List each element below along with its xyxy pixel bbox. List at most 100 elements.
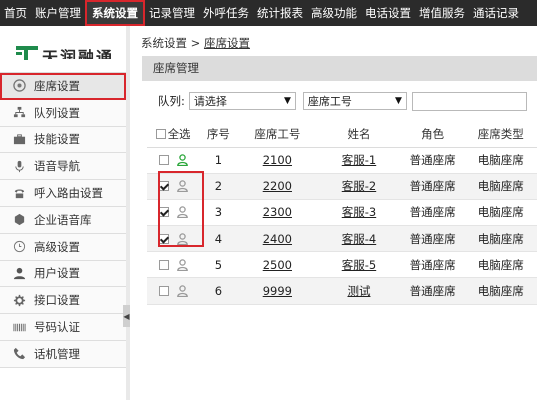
col-header-name: 姓名 — [317, 121, 401, 148]
search-input[interactable] — [411, 91, 527, 111]
table-row: 4 2400 客服-4 普通座席 电脑座席 — [147, 225, 537, 253]
queue-select[interactable]: 请选择 ▼ — [188, 92, 296, 110]
sidebar-item-label: 接口设置 — [34, 293, 80, 308]
row-index: 1 — [199, 147, 238, 174]
row-role: 普通座席 — [400, 251, 465, 279]
agent-name-link[interactable]: 测试 — [347, 284, 370, 298]
sidebar-item-number-auth[interactable]: 号码认证 — [0, 314, 126, 341]
agent-id-link[interactable]: 2200 — [263, 179, 292, 193]
row-role: 普通座席 — [400, 173, 465, 200]
nav-value-added[interactable]: 增值服务 — [415, 0, 469, 26]
sidebar-item-user-settings[interactable]: 用户设置 — [0, 260, 126, 288]
queue-select-value: 请选择 — [193, 95, 227, 108]
sidebar-item-inbound-routing[interactable]: 呼入路由设置 — [0, 180, 126, 207]
select-all-checkbox[interactable] — [155, 128, 166, 139]
dropdown-arrow-icon: ▼ — [394, 96, 402, 106]
agent-id-link[interactable]: 2100 — [263, 153, 292, 167]
cube-icon — [12, 213, 26, 227]
row-checkbox[interactable] — [158, 233, 169, 244]
agent-status-offline-icon — [176, 285, 188, 298]
select-all-label: 全选 — [167, 126, 191, 141]
row-role: 普通座席 — [400, 225, 465, 253]
sidebar-item-advanced-settings[interactable]: 高级设置 — [0, 233, 126, 261]
nav-call-records[interactable]: 通话记录 — [469, 0, 523, 26]
queue-label: 队列: — [158, 94, 185, 108]
sidebar: 天润融通 座席设置 队列设置 技能设置 语音导航 呼入路由设置 企业语音库 高级… — [0, 26, 126, 400]
barcode-icon — [12, 320, 26, 334]
org-chart-icon — [12, 106, 26, 120]
agent-status-online-icon — [176, 154, 188, 167]
section-title: 座席管理 — [142, 56, 537, 81]
breadcrumb: 系统设置 > 座席设置 — [131, 26, 537, 56]
agent-name-link[interactable]: 客服-5 — [342, 258, 376, 272]
nav-account[interactable]: 账户管理 — [31, 0, 85, 26]
table-row: 5 2500 客服-5 普通座席 电脑座席 — [147, 251, 537, 279]
sidebar-item-label: 号码认证 — [34, 320, 80, 335]
sidebar-item-voice-library[interactable]: 企业语音库 — [0, 206, 126, 234]
sidebar-item-label: 呼入路由设置 — [34, 186, 103, 201]
gear-icon — [12, 293, 26, 307]
row-role: 普通座席 — [400, 199, 465, 227]
sidebar-item-label: 话机管理 — [34, 346, 80, 361]
agent-status-offline-icon — [176, 259, 188, 271]
agent-status-offline-icon — [176, 232, 188, 245]
sidebar-item-label: 用户设置 — [34, 266, 80, 281]
nav-outbound[interactable]: 外呼任务 — [199, 0, 253, 26]
sidebar-item-label: 高级设置 — [34, 239, 80, 254]
row-type: 电脑座席 — [464, 277, 537, 305]
row-index: 5 — [199, 251, 238, 279]
nav-phone-settings[interactable]: 电话设置 — [361, 0, 415, 26]
table-row: 3 2300 客服-3 普通座席 电脑座席 — [147, 199, 537, 227]
sidebar-item-label: 技能设置 — [34, 132, 80, 147]
sidebar-collapse-handle[interactable]: ◀ — [123, 305, 130, 327]
row-checkbox[interactable] — [158, 155, 169, 166]
sidebar-item-agent-settings[interactable]: 座席设置 — [0, 73, 126, 100]
sidebar-menu: 座席设置 队列设置 技能设置 语音导航 呼入路由设置 企业语音库 高级设置 用户… — [0, 72, 126, 368]
sidebar-item-skill-settings[interactable]: 技能设置 — [0, 126, 126, 154]
select-all-header[interactable]: 全选 — [147, 121, 200, 148]
headset-icon — [12, 79, 26, 93]
agent-id-link[interactable]: 2500 — [263, 258, 292, 272]
nav-system-settings[interactable]: 系统设置 — [85, 0, 145, 26]
row-role: 普通座席 — [400, 277, 465, 305]
breadcrumb-current[interactable]: 座席设置 — [204, 36, 250, 50]
breadcrumb-root[interactable]: 系统设置 — [141, 36, 187, 50]
briefcase-icon — [12, 132, 26, 146]
nav-advanced[interactable]: 高级功能 — [307, 0, 361, 26]
agent-name-link[interactable]: 客服-1 — [342, 153, 376, 167]
sidebar-item-queue-settings[interactable]: 队列设置 — [0, 99, 126, 127]
logo-mark-icon — [16, 46, 38, 60]
agent-id-link[interactable]: 2300 — [263, 205, 292, 219]
handset-icon — [12, 347, 26, 361]
row-checkbox[interactable] — [158, 259, 169, 270]
agent-id-link[interactable]: 9999 — [263, 284, 292, 298]
nav-home[interactable]: 首页 — [0, 0, 31, 26]
row-index: 3 — [199, 199, 238, 227]
dropdown-arrow-icon: ▼ — [283, 96, 291, 106]
agent-status-offline-icon — [176, 206, 188, 219]
field-select[interactable]: 座席工号 ▼ — [302, 92, 407, 110]
agent-status-offline-icon — [176, 180, 188, 193]
sidebar-item-interface-settings[interactable]: 接口设置 — [0, 287, 126, 315]
row-index: 2 — [199, 173, 238, 200]
table-row: 6 9999 测试 普通座席 电脑座席 — [147, 277, 537, 305]
agent-id-link[interactable]: 2400 — [263, 232, 292, 246]
user-icon — [12, 266, 26, 280]
row-role: 普通座席 — [400, 147, 465, 174]
row-type: 电脑座席 — [464, 173, 537, 200]
agent-name-link[interactable]: 客服-3 — [342, 205, 376, 219]
nav-reports[interactable]: 统计报表 — [253, 0, 307, 26]
row-checkbox[interactable] — [158, 207, 169, 218]
sidebar-item-voice-navigation[interactable]: 语音导航 — [0, 153, 126, 181]
logo-text: 天润融通 — [42, 48, 115, 59]
agent-name-link[interactable]: 客服-2 — [342, 179, 376, 193]
row-checkbox[interactable] — [158, 181, 169, 192]
nav-records[interactable]: 记录管理 — [145, 0, 199, 26]
filter-bar: 队列: 请选择 ▼ 座席工号 ▼ — [131, 81, 537, 121]
chevron-left-icon: ◀ — [123, 311, 130, 321]
col-header-agent-id: 座席工号 — [237, 121, 318, 148]
row-type: 电脑座席 — [464, 147, 537, 174]
row-checkbox[interactable] — [158, 286, 169, 297]
agent-name-link[interactable]: 客服-4 — [342, 232, 376, 246]
sidebar-item-handset-management[interactable]: 话机管理 — [0, 340, 126, 368]
